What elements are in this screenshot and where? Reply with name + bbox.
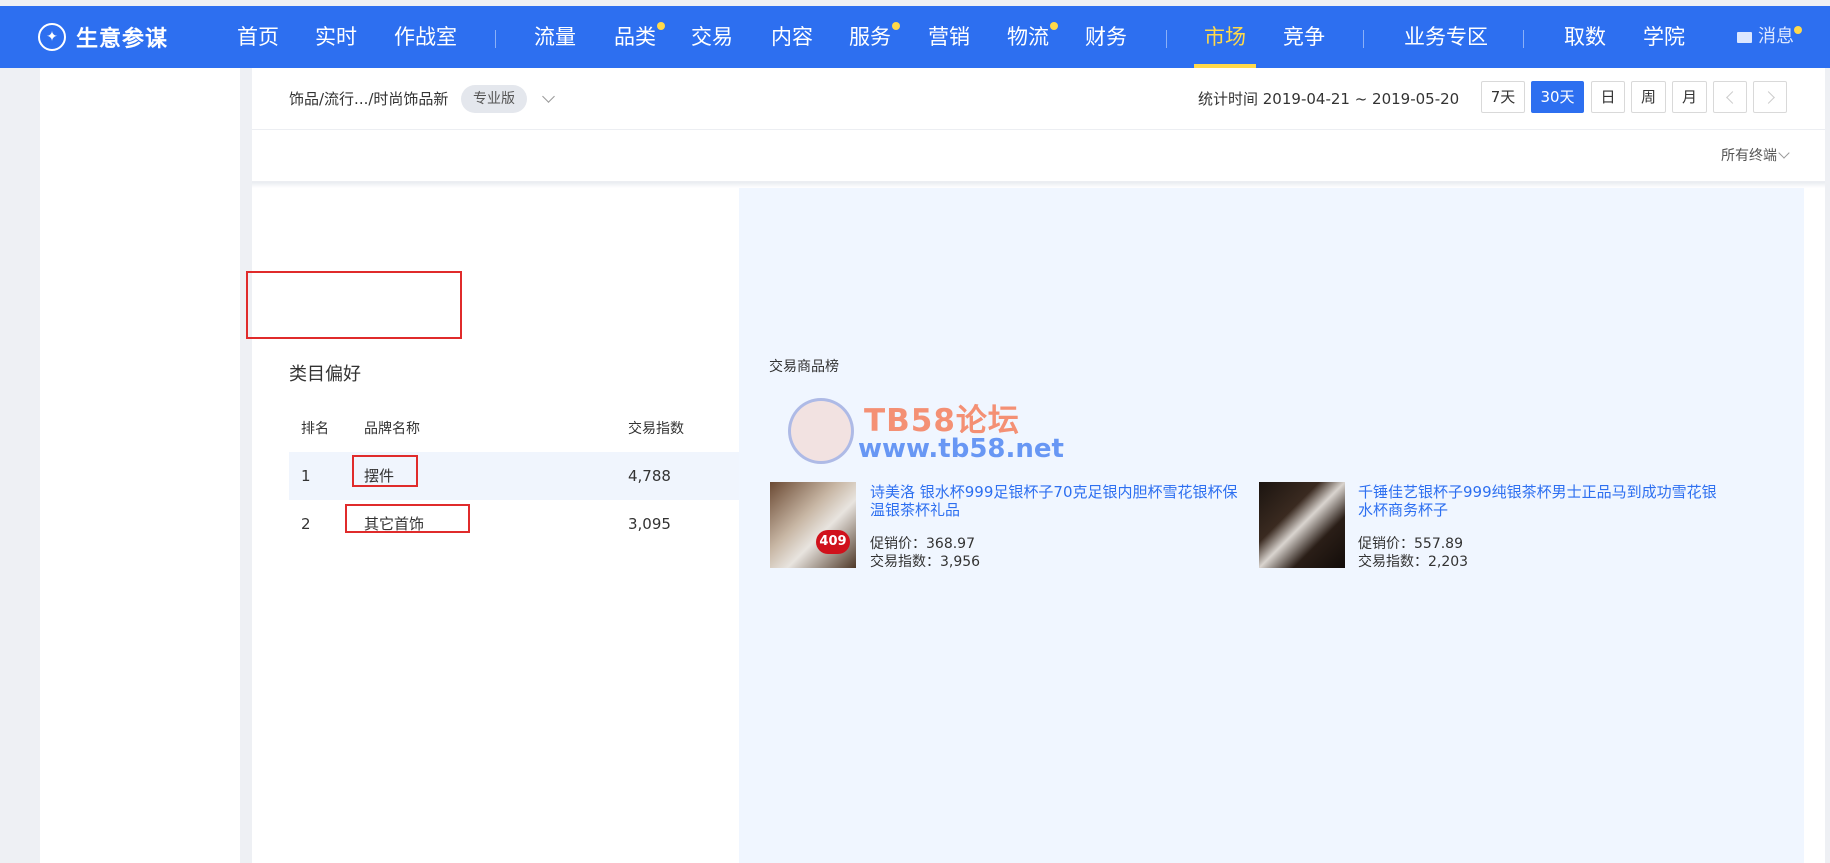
nav-item-trade[interactable]: 交易 bbox=[691, 6, 733, 68]
nav-item-service[interactable]: 服务 bbox=[849, 6, 900, 68]
nav-item-marketing[interactable]: 营销 bbox=[928, 6, 970, 68]
index-cell: 4,788 bbox=[628, 467, 671, 485]
product-name-link[interactable]: 诗美洛 银水杯999足银杯子70克足银内胆杯雪花银杯保温银茶杯礼品 bbox=[870, 483, 1240, 519]
top-nav: ✦ 生意参谋 首页 实时 作战室 流量 品类 交易 内容 服务 营销 物流 财务… bbox=[0, 6, 1830, 68]
logo-text: 生意参谋 bbox=[76, 27, 169, 52]
nav-separator bbox=[1166, 30, 1167, 48]
nav-separator bbox=[495, 30, 496, 48]
logo[interactable]: ✦ 生意参谋 bbox=[38, 6, 168, 68]
header-brand-name: 品牌名称 bbox=[364, 421, 420, 437]
product-price: 促销价：368.97 bbox=[870, 536, 975, 552]
terminal-select[interactable]: 所有终端 bbox=[1721, 130, 1777, 182]
range-month-button[interactable]: 月 bbox=[1672, 81, 1707, 113]
nav-item-label: 物流 bbox=[1007, 25, 1049, 49]
watermark-logo bbox=[788, 398, 854, 464]
header-rank: 排名 bbox=[301, 421, 329, 437]
index-cell: 3,095 bbox=[628, 515, 671, 533]
chevron-down-icon[interactable] bbox=[542, 90, 555, 103]
nav-item-content[interactable]: 内容 bbox=[771, 6, 813, 68]
compass-icon: ✦ bbox=[38, 23, 66, 51]
annotation-box bbox=[345, 504, 470, 533]
rank-cell: 2 bbox=[301, 515, 311, 533]
upper-panel bbox=[739, 188, 1804, 346]
annotation-box bbox=[352, 455, 418, 487]
chevron-right-icon[interactable] bbox=[1753, 81, 1787, 113]
header-trade-index: 交易指数 bbox=[628, 421, 684, 437]
range-7-days-button[interactable]: 7天 bbox=[1481, 81, 1525, 113]
main-content: 饰品/流行.../时尚饰品新 专业版 统计时间 2019-04-21 ~ 201… bbox=[246, 68, 1825, 863]
nav-item-business-zone[interactable]: 业务专区 bbox=[1404, 6, 1488, 68]
nav-item-logistics[interactable]: 物流 bbox=[1007, 6, 1058, 68]
category-breadcrumb[interactable]: 饰品/流行.../时尚饰品新 bbox=[289, 68, 448, 130]
nav-item-academy[interactable]: 学院 bbox=[1643, 6, 1685, 68]
watermark-url: www.tb58.net bbox=[858, 434, 1064, 464]
range-day-button[interactable]: 日 bbox=[1591, 81, 1625, 113]
chevron-down-icon[interactable] bbox=[1778, 147, 1790, 159]
nav-item-competition[interactable]: 竞争 bbox=[1283, 6, 1325, 68]
badge: 409 bbox=[816, 530, 850, 554]
nav-separator bbox=[1523, 30, 1524, 48]
side-panel bbox=[40, 68, 240, 863]
nav-item-market[interactable]: 市场 bbox=[1194, 6, 1256, 68]
left-gutter bbox=[0, 68, 40, 863]
notification-dot bbox=[1050, 22, 1058, 30]
notification-dot bbox=[1794, 26, 1802, 34]
product-trade-index: 交易指数：3,956 bbox=[870, 554, 981, 570]
nav-item-label: 品类 bbox=[614, 25, 656, 49]
nav-separator bbox=[1363, 30, 1364, 48]
toolbar: 饰品/流行.../时尚饰品新 专业版 统计时间 2019-04-21 ~ 201… bbox=[252, 68, 1825, 130]
edition-badge: 专业版 bbox=[461, 85, 527, 113]
messages-button[interactable]: 消息 bbox=[1737, 6, 1802, 68]
messages-label: 消息 bbox=[1758, 26, 1794, 47]
product-image[interactable] bbox=[1259, 482, 1345, 568]
product-name-link[interactable]: 千锤佳艺银杯子999纯银茶杯男士正品马到成功雪花银水杯商务杯子 bbox=[1358, 483, 1728, 519]
mail-icon bbox=[1737, 31, 1752, 43]
range-week-button[interactable]: 周 bbox=[1631, 81, 1666, 113]
stat-time: 统计时间 2019-04-21 ~ 2019-05-20 bbox=[1198, 90, 1460, 108]
section-title: 类目偏好 bbox=[289, 364, 361, 385]
annotation-box bbox=[246, 271, 462, 339]
nav-item-fetch-data[interactable]: 取数 bbox=[1564, 6, 1606, 68]
product-ranking-title: 交易商品榜 bbox=[769, 359, 839, 375]
range-30-days-button[interactable]: 30天 bbox=[1531, 81, 1584, 113]
nav-item-home[interactable]: 首页 bbox=[237, 6, 279, 68]
side-gap bbox=[240, 68, 252, 863]
nav-item-realtime[interactable]: 实时 bbox=[315, 6, 357, 68]
chevron-left-icon[interactable] bbox=[1713, 81, 1747, 113]
nav-item-label: 服务 bbox=[849, 25, 891, 49]
notification-dot bbox=[657, 22, 665, 30]
notification-dot bbox=[892, 22, 900, 30]
product-price: 促销价：557.89 bbox=[1358, 536, 1463, 552]
product-trade-index: 交易指数：2,203 bbox=[1358, 554, 1469, 570]
nav-item-category[interactable]: 品类 bbox=[614, 6, 665, 68]
sub-toolbar: 所有终端 bbox=[252, 130, 1825, 182]
rank-cell: 1 bbox=[301, 467, 311, 485]
nav-item-finance[interactable]: 财务 bbox=[1085, 6, 1127, 68]
nav-item-traffic[interactable]: 流量 bbox=[534, 6, 576, 68]
nav-item-war-room[interactable]: 作战室 bbox=[394, 6, 457, 68]
product-image[interactable]: 409 bbox=[770, 482, 856, 568]
